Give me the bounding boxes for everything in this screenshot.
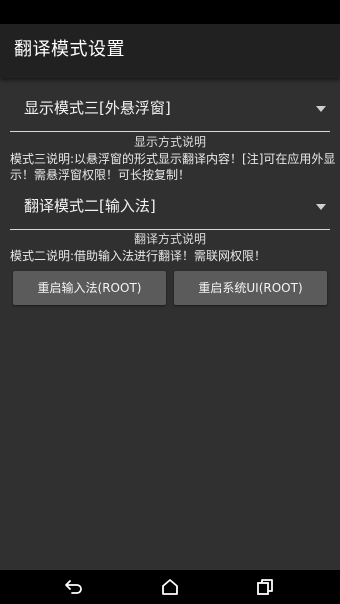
display-description-text: 模式三说明:以悬浮窗的形式显示翻译内容！[注]可在应用外显示！需悬浮窗权限！可长… [10,152,336,182]
home-icon [162,579,178,595]
chevron-down-icon [316,106,326,112]
recents-icon [257,579,273,595]
settings-content: 显示模式三[外悬浮窗] 显示方式说明 模式三说明:以悬浮窗的形式显示翻译内容！[… [0,78,340,570]
status-bar [0,0,340,24]
navigation-bar [0,570,340,604]
back-icon [65,580,82,594]
chevron-down-icon [316,204,326,210]
translate-description-text: 模式二说明:借助输入法进行翻译！需联网权限！ [10,249,267,263]
restart-systemui-button[interactable]: 重启系统UI(ROOT) [174,271,327,305]
page-title: 翻译模式设置 [14,39,125,60]
back-button[interactable] [54,570,94,604]
translate-description-title: 翻译方式说明 [133,232,206,246]
restart-ime-button[interactable]: 重启输入法(ROOT) [13,271,166,305]
translate-mode-selected: 翻译模式二[输入法] [24,197,156,215]
display-mode-selected: 显示模式三[外悬浮窗] [24,99,171,117]
app-toolbar: 翻译模式设置 [0,24,340,78]
home-button[interactable] [150,570,190,604]
display-mode-spinner[interactable]: 显示模式三[外悬浮窗] [10,88,330,132]
display-description-title: 显示方式说明 [133,135,206,149]
translate-mode-spinner[interactable]: 翻译模式二[输入法] [10,186,330,230]
recents-button[interactable] [245,570,285,604]
